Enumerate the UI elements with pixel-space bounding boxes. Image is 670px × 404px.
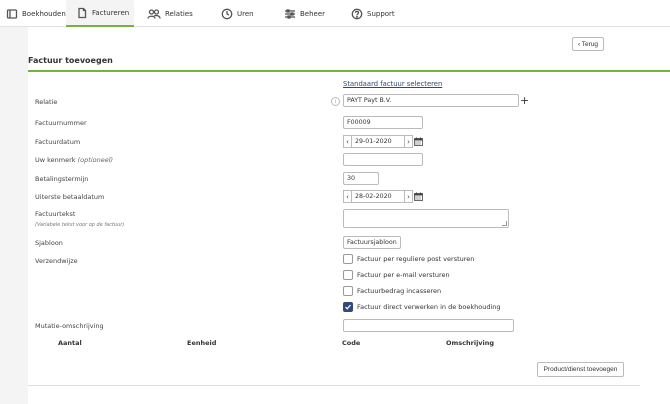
option-post[interactable]: Factuur per reguliere post versturen [343, 254, 474, 264]
betalingstermijn-label: Betalingstermijn [35, 175, 89, 183]
optional-hint: (optioneel) [77, 156, 114, 164]
tab-label: Relaties [165, 9, 193, 18]
back-button[interactable]: ‹ Terug [572, 37, 604, 51]
checkbox[interactable] [343, 286, 353, 296]
tab-label: Factureren [92, 8, 130, 17]
bottom-divider [28, 385, 640, 386]
factuurdatum-label: Factuurdatum [35, 138, 81, 146]
top-navigation: Boekhouden Factureren Relaties Uren Behe… [0, 0, 670, 27]
title-divider [28, 70, 670, 72]
option-label: Factuurbedrag incasseren [357, 287, 442, 295]
option-email[interactable]: Factuur per e-mail versturen [343, 270, 450, 280]
relatie-input[interactable]: PAYT Payt B.V. [343, 94, 519, 107]
factuurtekst-label: Factuurtekst [35, 210, 76, 218]
factuurtekst-sublabel: (Variabele tekst voor op de factuur) [35, 222, 125, 228]
checkbox[interactable] [343, 270, 353, 280]
prev-date-button[interactable]: ‹ [343, 190, 352, 203]
add-product-button[interactable]: Product/dienst toevoegen [537, 362, 624, 377]
tab-label: Beheer [300, 9, 326, 18]
users-icon [147, 8, 161, 19]
tab-factureren[interactable]: Factureren [66, 0, 134, 27]
kenmerk-input[interactable] [343, 153, 423, 166]
tab-relaties[interactable]: Relaties [147, 0, 193, 27]
uiterste-betaaldatum-label: Uiterste betaaldatum [35, 193, 105, 201]
resize-handle[interactable] [502, 221, 507, 226]
tab-support[interactable]: Support [351, 0, 395, 27]
option-label: Factuur per reguliere post versturen [357, 255, 475, 263]
standard-invoice-link[interactable]: Standaard factuur selecteren [343, 80, 442, 88]
tab-label: Boekhouden [22, 9, 66, 18]
mutatie-label: Mutatie-omschrijving [35, 322, 104, 330]
option-label: Factuur direct verwerken in de boekhoudi… [357, 303, 501, 311]
column-header-code: Code [342, 339, 361, 347]
kenmerk-label: Uw kenmerk (optioneel) [35, 156, 113, 164]
sjabloon-value: Factuursjabloon [347, 239, 397, 246]
option-incasso[interactable]: Factuurbedrag incasseren [343, 286, 441, 296]
kenmerk-label-text: Uw kenmerk [35, 156, 76, 164]
check-icon [345, 304, 351, 310]
factuurnummer-label: Factuurnummer [35, 119, 87, 127]
tab-uren[interactable]: Uren [221, 0, 254, 27]
tab-label: Support [367, 9, 395, 18]
book-icon [6, 8, 18, 19]
checkbox-checked[interactable] [343, 302, 353, 312]
add-relation-icon[interactable]: + [520, 95, 529, 106]
tab-beheer[interactable]: Beheer [284, 0, 325, 27]
mutatie-input[interactable] [343, 319, 514, 332]
tab-boekhouden[interactable]: Boekhouden [6, 0, 66, 27]
next-date-button[interactable]: › [404, 190, 413, 203]
column-header-omschrijving: Omschrijving [446, 339, 495, 347]
checkbox[interactable] [343, 254, 353, 264]
prev-date-button[interactable]: ‹ [343, 135, 352, 148]
option-boekhouding[interactable]: Factuur direct verwerken in de boekhoudi… [343, 302, 501, 312]
option-label: Factuur per e-mail versturen [357, 271, 450, 279]
document-icon [78, 7, 87, 18]
column-header-eenheid: Eenheid [187, 339, 217, 347]
uiterste-betaaldatum-picker: ‹ 28-02-2020 › [343, 190, 413, 203]
factuurtekst-textarea[interactable] [343, 209, 509, 228]
page-title: Factuur toevoegen [28, 56, 113, 65]
sliders-icon [285, 8, 295, 19]
help-icon [351, 8, 363, 19]
calendar-icon[interactable] [414, 192, 423, 201]
next-date-button[interactable]: › [404, 135, 413, 148]
calendar-icon[interactable] [414, 137, 423, 146]
tab-label: Uren [237, 9, 254, 18]
factuurdatum-input[interactable]: 29-01-2020 [352, 135, 404, 148]
info-icon[interactable]: i [331, 97, 340, 106]
factuurdatum-picker: ‹ 29-01-2020 › [343, 135, 413, 148]
clock-icon [221, 8, 233, 19]
verzendwijze-label: Verzendwijze [35, 257, 78, 265]
betalingstermijn-input[interactable]: 30 [343, 172, 379, 185]
factuurnummer-input[interactable]: F00009 [343, 116, 423, 129]
relatie-label: Relatie [35, 98, 58, 106]
uiterste-betaaldatum-input[interactable]: 28-02-2020 [352, 190, 404, 203]
column-header-aantal: Aantal [58, 339, 82, 347]
sjabloon-select[interactable]: Factuursjabloon [343, 236, 401, 249]
sjabloon-label: Sjabloon [35, 239, 63, 247]
